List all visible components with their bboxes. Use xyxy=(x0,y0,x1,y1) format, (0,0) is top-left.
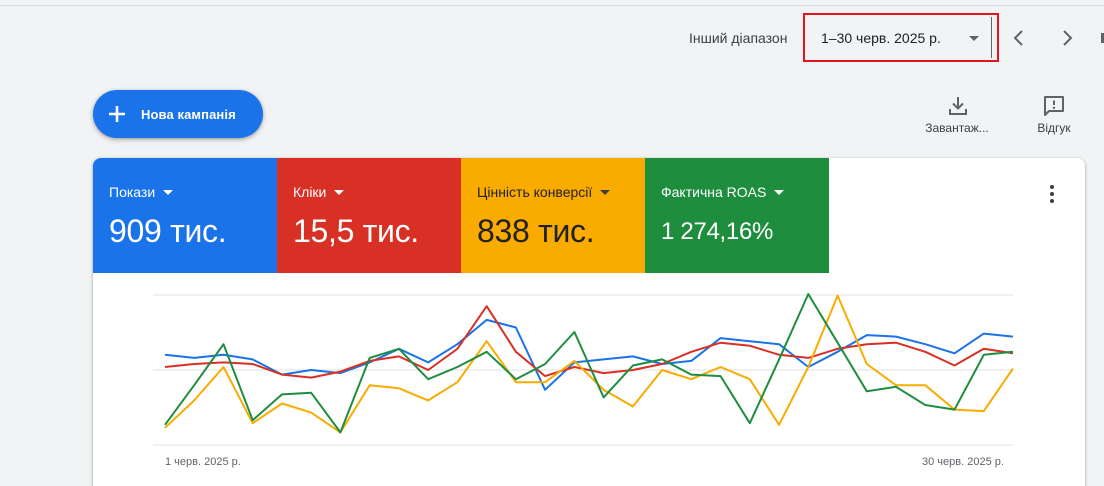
feedback-button[interactable]: Відгук xyxy=(1017,94,1091,138)
download-label: Завантаж... xyxy=(925,121,989,135)
metric-label-wrap: Покази xyxy=(109,184,174,200)
more-vert-icon xyxy=(1050,185,1054,203)
download-button[interactable]: Завантаж... xyxy=(920,94,994,138)
dropdown-caret-icon xyxy=(334,190,345,195)
x-tick-label-end: 30 черв. 2025 р. xyxy=(922,456,1004,468)
chart-series-line-0 xyxy=(164,318,1014,391)
metric-label: Цінність конверсії xyxy=(477,184,593,200)
metric-label-wrap: Кліки xyxy=(293,184,345,200)
metric-value: 15,5 тис. xyxy=(293,213,419,249)
metric-value: 838 тис. xyxy=(477,213,595,249)
next-period-button[interactable] xyxy=(1053,24,1081,52)
performance-card: Покази 909 тис. Кліки 15,5 тис. Цінність… xyxy=(93,158,1085,486)
metric-label-wrap: Цінність конверсії xyxy=(477,184,611,200)
feedback-icon xyxy=(1044,96,1064,116)
date-range-select[interactable]: 1–30 черв. 2025 р. xyxy=(803,13,999,62)
dropdown-caret-icon xyxy=(600,190,611,195)
new-campaign-button[interactable]: Нова кампанія xyxy=(93,90,263,138)
more-options-button[interactable] xyxy=(1040,182,1064,206)
chevron-left-icon xyxy=(1013,30,1023,46)
range-label: Інший діапазон xyxy=(689,30,788,46)
metric-label: Кліки xyxy=(293,184,327,200)
top-divider xyxy=(0,5,1104,6)
chevron-right-icon xyxy=(1063,30,1073,46)
performance-line-chart xyxy=(153,293,1014,446)
plus-icon xyxy=(109,106,125,122)
feedback-label: Відгук xyxy=(1037,121,1071,135)
select-divider xyxy=(991,17,992,58)
metric-label-wrap: Фактична ROAS xyxy=(661,184,785,200)
metric-tile-impressions[interactable]: Покази 909 тис. xyxy=(93,158,277,273)
download-icon xyxy=(949,97,967,115)
metric-value: 1 274,16% xyxy=(661,218,774,245)
metric-label: Фактична ROAS xyxy=(661,184,767,200)
new-campaign-label: Нова кампанія xyxy=(141,107,236,122)
metric-tile-roas[interactable]: Фактична ROAS 1 274,16% xyxy=(645,158,829,273)
dropdown-caret-icon xyxy=(969,36,979,41)
x-tick-label-start: 1 черв. 2025 р. xyxy=(165,456,241,468)
metric-tile-conversion-value[interactable]: Цінність конверсії 838 тис. xyxy=(461,158,645,273)
metric-tile-clicks[interactable]: Кліки 15,5 тис. xyxy=(277,158,461,273)
dropdown-caret-icon xyxy=(774,190,785,195)
metric-label: Покази xyxy=(109,184,156,200)
metric-value: 909 тис. xyxy=(109,213,227,249)
date-range-value: 1–30 черв. 2025 р. xyxy=(821,30,941,46)
dropdown-caret-icon xyxy=(163,190,174,195)
chart-series-line-3 xyxy=(164,293,1014,434)
previous-period-button[interactable] xyxy=(1005,24,1033,52)
